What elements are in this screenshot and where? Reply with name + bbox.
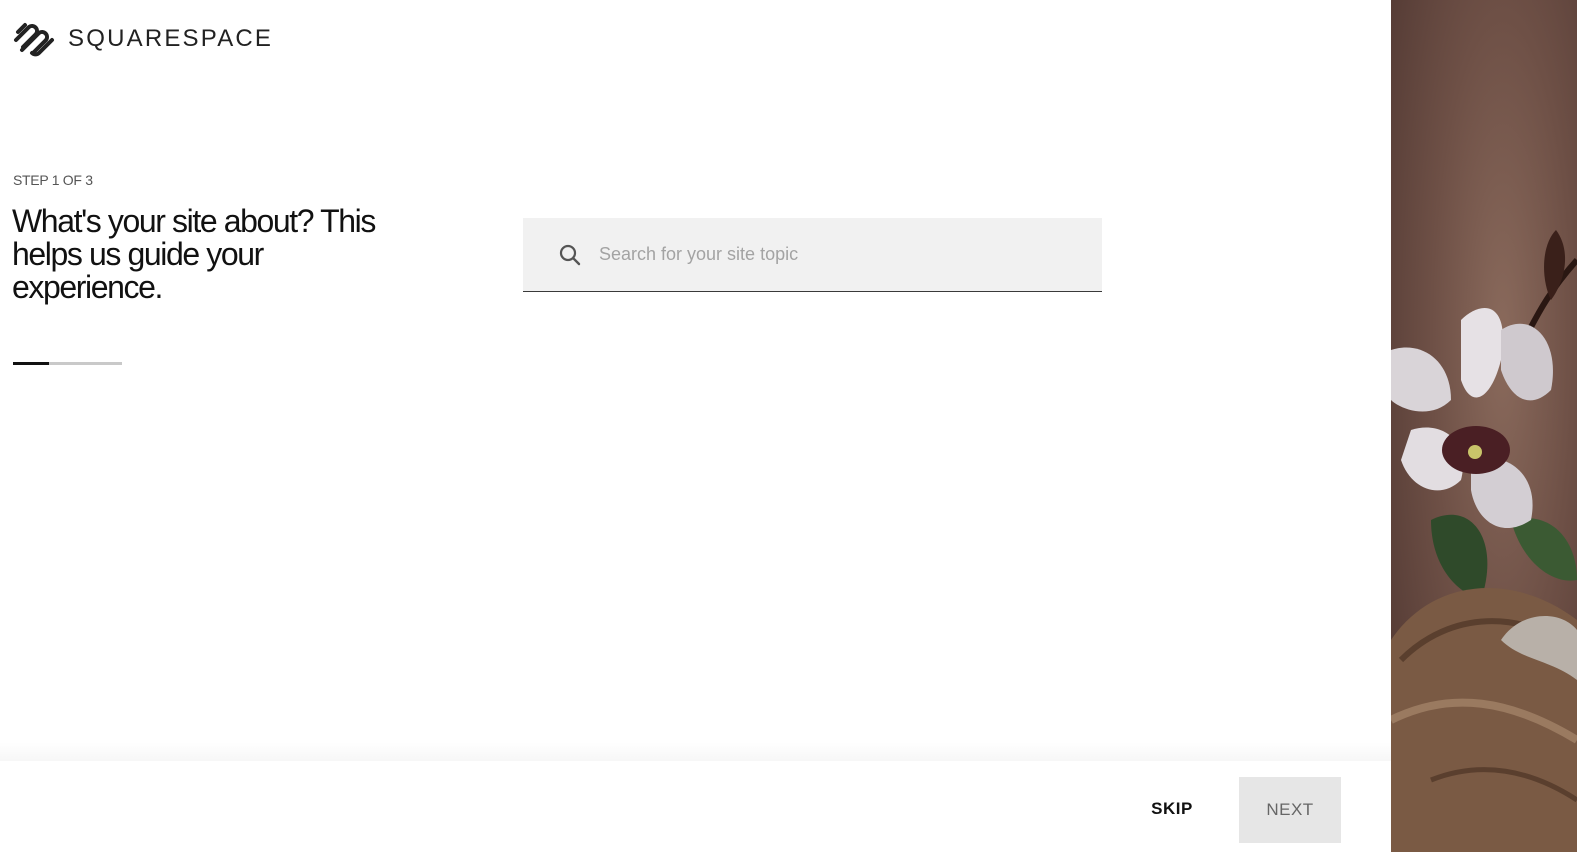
skip-button[interactable]: SKIP xyxy=(1134,777,1210,841)
step-indicator: STEP 1 OF 3 xyxy=(13,172,93,188)
progress-bar xyxy=(13,362,122,365)
onboarding-panel: SQUARESPACE STEP 1 OF 3 What's your site… xyxy=(0,0,1391,852)
hero-image xyxy=(1391,0,1577,852)
flower-illustration xyxy=(1391,230,1577,852)
page-title: What's your site about? This helps us gu… xyxy=(12,203,376,305)
progress-bar-fill xyxy=(13,362,49,365)
brand-name: SQUARESPACE xyxy=(68,25,274,52)
squarespace-logo[interactable]: SQUARESPACE xyxy=(12,20,273,58)
search-field[interactable] xyxy=(523,218,1102,292)
next-button[interactable]: NEXT xyxy=(1239,777,1341,843)
search-input[interactable] xyxy=(599,218,1079,290)
squarespace-logo-icon xyxy=(14,23,54,57)
footer-divider xyxy=(0,742,1391,762)
search-icon xyxy=(559,244,581,266)
